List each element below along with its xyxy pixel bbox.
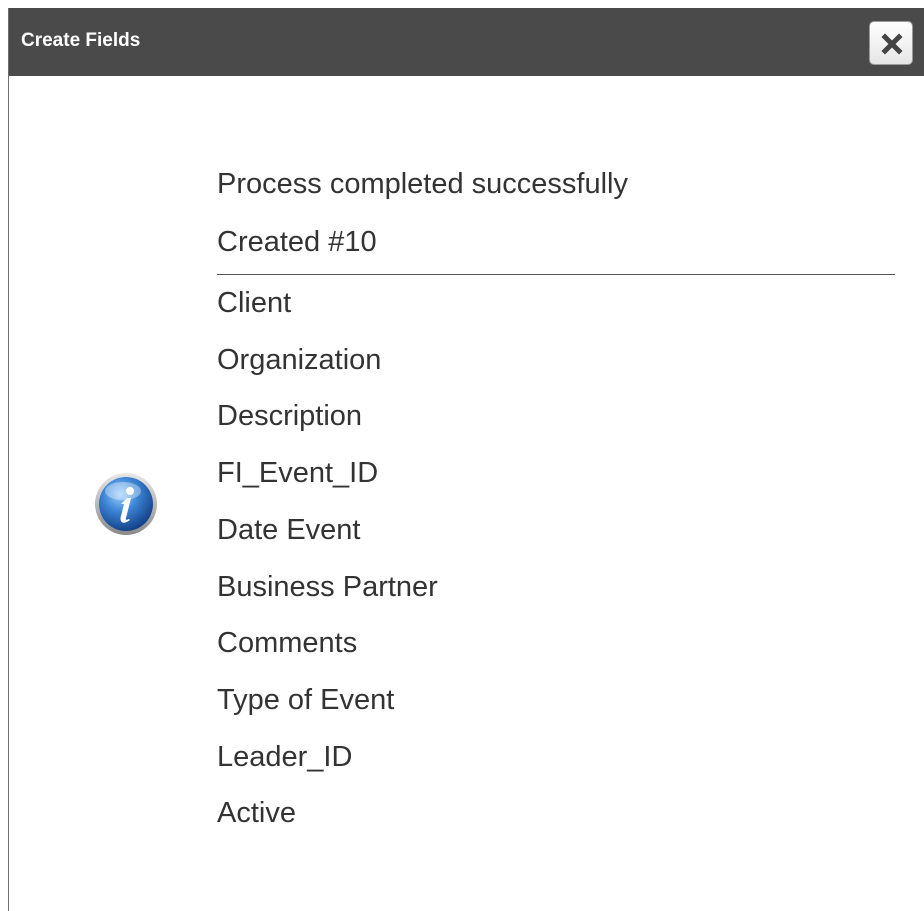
info-icon [95,473,157,535]
created-fields-list: Client Organization Description FI_Event… [217,275,895,842]
dialog-title: Create Fields [21,30,141,51]
field-item: Business Partner [217,570,438,603]
field-item: Active [217,797,296,830]
field-item: FI_Event_ID [217,457,379,490]
field-item: Comments [217,627,358,660]
status-message: Process completed successfully [217,168,628,200]
page-top-strip [0,0,924,8]
close-icon [881,33,903,55]
field-item: Client [217,287,292,319]
message-content: Process completed successfully Created #… [217,154,895,842]
created-message: Created #10 [217,226,377,258]
field-item: Organization [217,343,382,376]
dialog-titlebar: Create Fields [9,8,924,76]
field-item: Type of Event [217,683,395,716]
field-item: Date Event [217,513,361,546]
close-button[interactable] [869,21,913,65]
create-fields-dialog: Create Fields Process completed successf… [8,8,924,911]
field-item: Description [217,400,363,433]
field-item: Leader_ID [217,740,353,773]
